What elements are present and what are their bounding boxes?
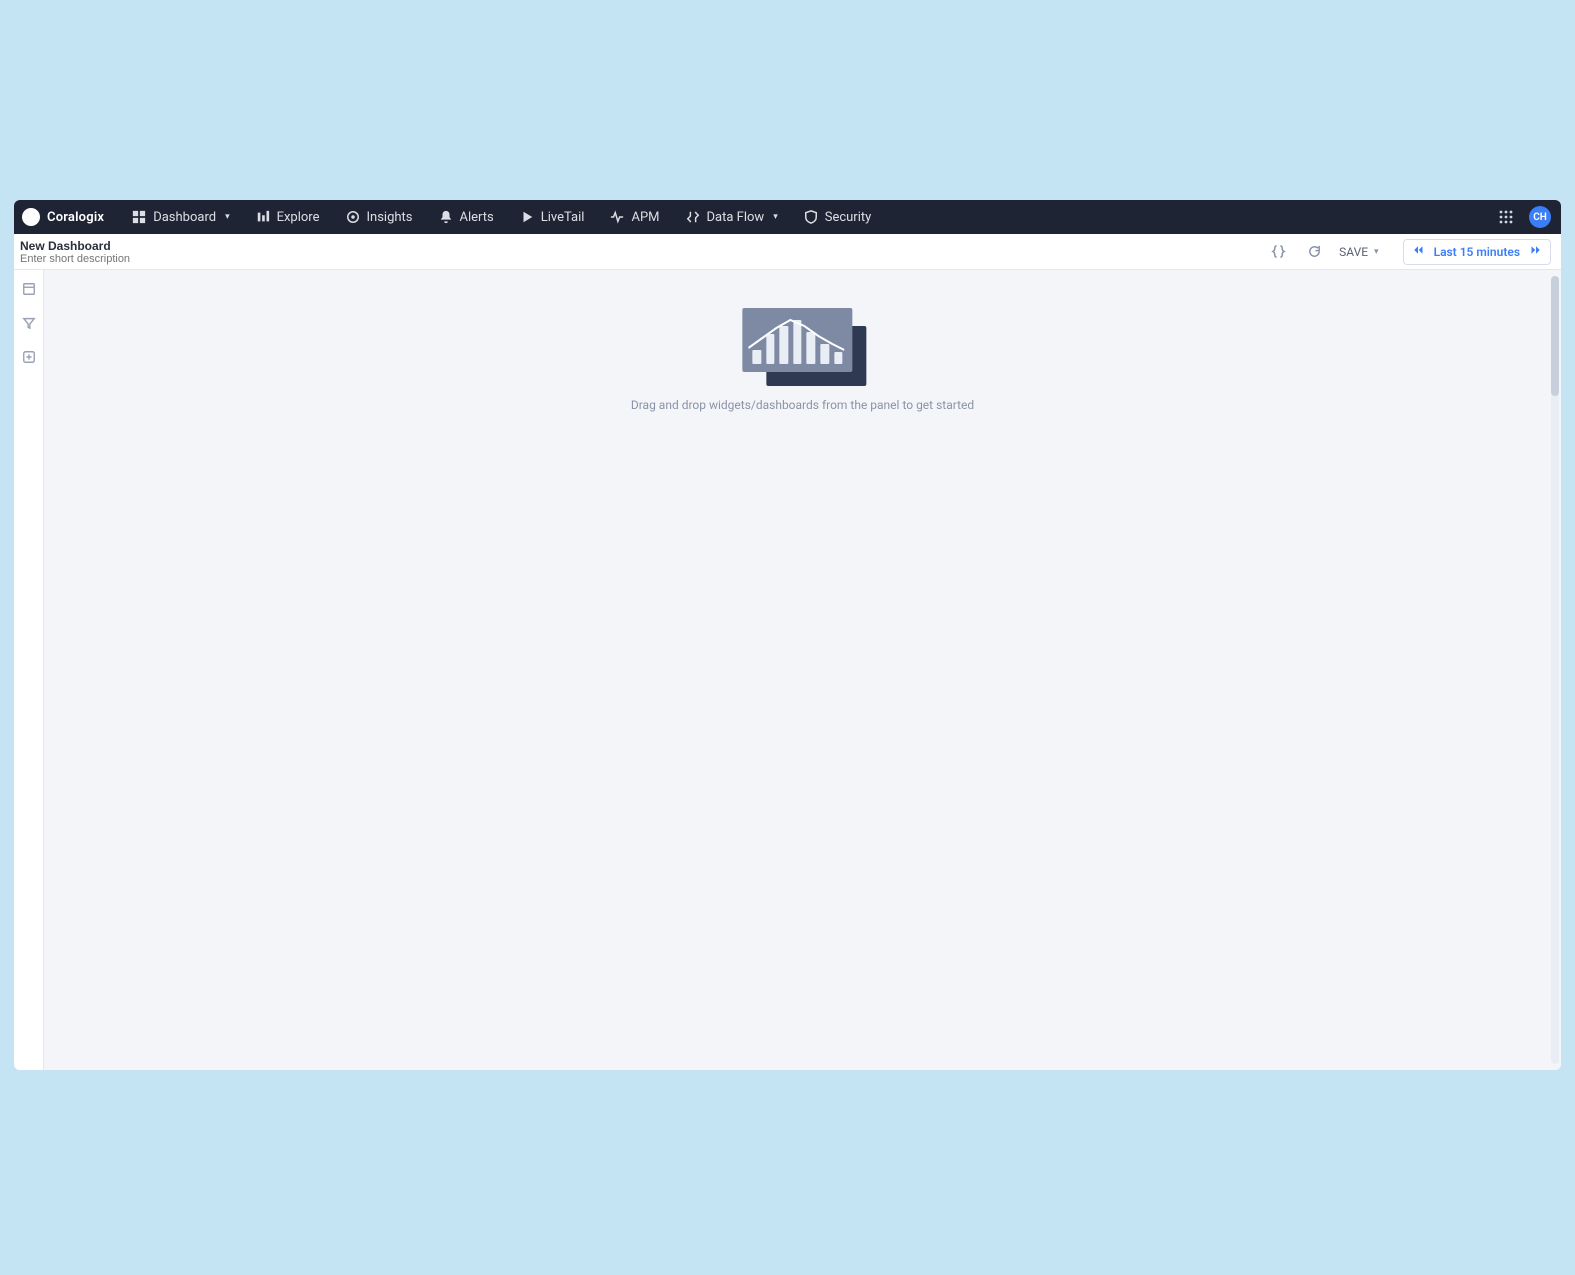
- shield-icon: [804, 210, 818, 224]
- brand-logo-icon: [22, 208, 40, 226]
- scrollbar-thumb[interactable]: [1551, 276, 1559, 396]
- chevron-down-icon: ▾: [225, 212, 230, 222]
- empty-state: Drag and drop widgets/dashboards from th…: [631, 306, 974, 412]
- apps-grid-icon: [1498, 209, 1514, 225]
- plus-square-icon: [22, 350, 36, 364]
- nav-label: Security: [825, 210, 872, 225]
- apps-switcher[interactable]: [1493, 204, 1519, 230]
- dashboard-subheader: SAVE ▾ Last 15 minutes: [14, 234, 1561, 270]
- nav-item-insights[interactable]: Insights: [346, 210, 413, 225]
- nav-label: LiveTail: [541, 210, 585, 225]
- nav-item-livetail[interactable]: LiveTail: [520, 210, 585, 225]
- user-avatar[interactable]: CH: [1529, 206, 1551, 228]
- dataflow-icon: [686, 210, 700, 224]
- save-label: SAVE: [1339, 245, 1368, 259]
- widget-side-rail: [14, 270, 44, 1070]
- brand[interactable]: Coralogix: [22, 208, 104, 226]
- widget-panel-icon: [22, 282, 36, 296]
- insights-icon: [346, 210, 360, 224]
- nav-label: Alerts: [460, 210, 494, 225]
- refresh-button[interactable]: [1303, 241, 1325, 263]
- empty-state-text: Drag and drop widgets/dashboards from th…: [631, 398, 974, 412]
- dashboard-title-input[interactable]: [20, 239, 180, 253]
- braces-icon: [1271, 244, 1286, 259]
- rail-widgets-button[interactable]: [18, 278, 40, 300]
- title-block: [20, 239, 180, 265]
- nav-item-dashboard[interactable]: Dashboard ▾: [132, 210, 229, 225]
- time-range-label: Last 15 minutes: [1434, 245, 1520, 259]
- nav-items: Dashboard ▾ Explore Insights Alerts Live…: [132, 210, 871, 225]
- save-button[interactable]: SAVE ▾: [1339, 245, 1378, 259]
- grid-icon: [132, 210, 146, 224]
- nav-label: Data Flow: [707, 210, 765, 225]
- rail-filter-button[interactable]: [18, 312, 40, 334]
- dashboard-canvas[interactable]: Drag and drop widgets/dashboards from th…: [44, 270, 1561, 1070]
- nav-item-alerts[interactable]: Alerts: [439, 210, 494, 225]
- nav-item-explore[interactable]: Explore: [256, 210, 320, 225]
- play-icon: [520, 210, 534, 224]
- nav-item-security[interactable]: Security: [804, 210, 872, 225]
- pulse-icon: [610, 210, 624, 224]
- nav-label: Insights: [367, 210, 413, 225]
- refresh-icon: [1307, 244, 1322, 259]
- nav-item-dataflow[interactable]: Data Flow ▾: [686, 210, 778, 225]
- json-variables-button[interactable]: [1267, 241, 1289, 263]
- empty-chart-illustration-icon: [738, 306, 866, 386]
- nav-label: Dashboard: [153, 210, 216, 225]
- nav-label: Explore: [277, 210, 320, 225]
- chevron-down-icon: ▾: [773, 212, 778, 222]
- explore-icon: [256, 210, 270, 224]
- nav-label: APM: [631, 210, 659, 225]
- app-frame: Coralogix Dashboard ▾ Explore Insights A…: [14, 200, 1561, 1070]
- dashboard-body: Drag and drop widgets/dashboards from th…: [14, 270, 1561, 1070]
- chevron-down-icon: ▾: [1374, 247, 1379, 257]
- rail-add-button[interactable]: [18, 346, 40, 368]
- subheader-actions: SAVE ▾ Last 15 minutes: [1267, 239, 1551, 265]
- seek-back-icon: [1412, 244, 1424, 259]
- brand-name: Coralogix: [47, 210, 104, 225]
- filter-icon: [22, 316, 36, 330]
- top-nav: Coralogix Dashboard ▾ Explore Insights A…: [14, 200, 1561, 234]
- seek-forward-icon: [1530, 244, 1542, 259]
- time-range-picker[interactable]: Last 15 minutes: [1403, 239, 1551, 265]
- bell-icon: [439, 210, 453, 224]
- dashboard-description-input[interactable]: [20, 253, 180, 265]
- nav-item-apm[interactable]: APM: [610, 210, 659, 225]
